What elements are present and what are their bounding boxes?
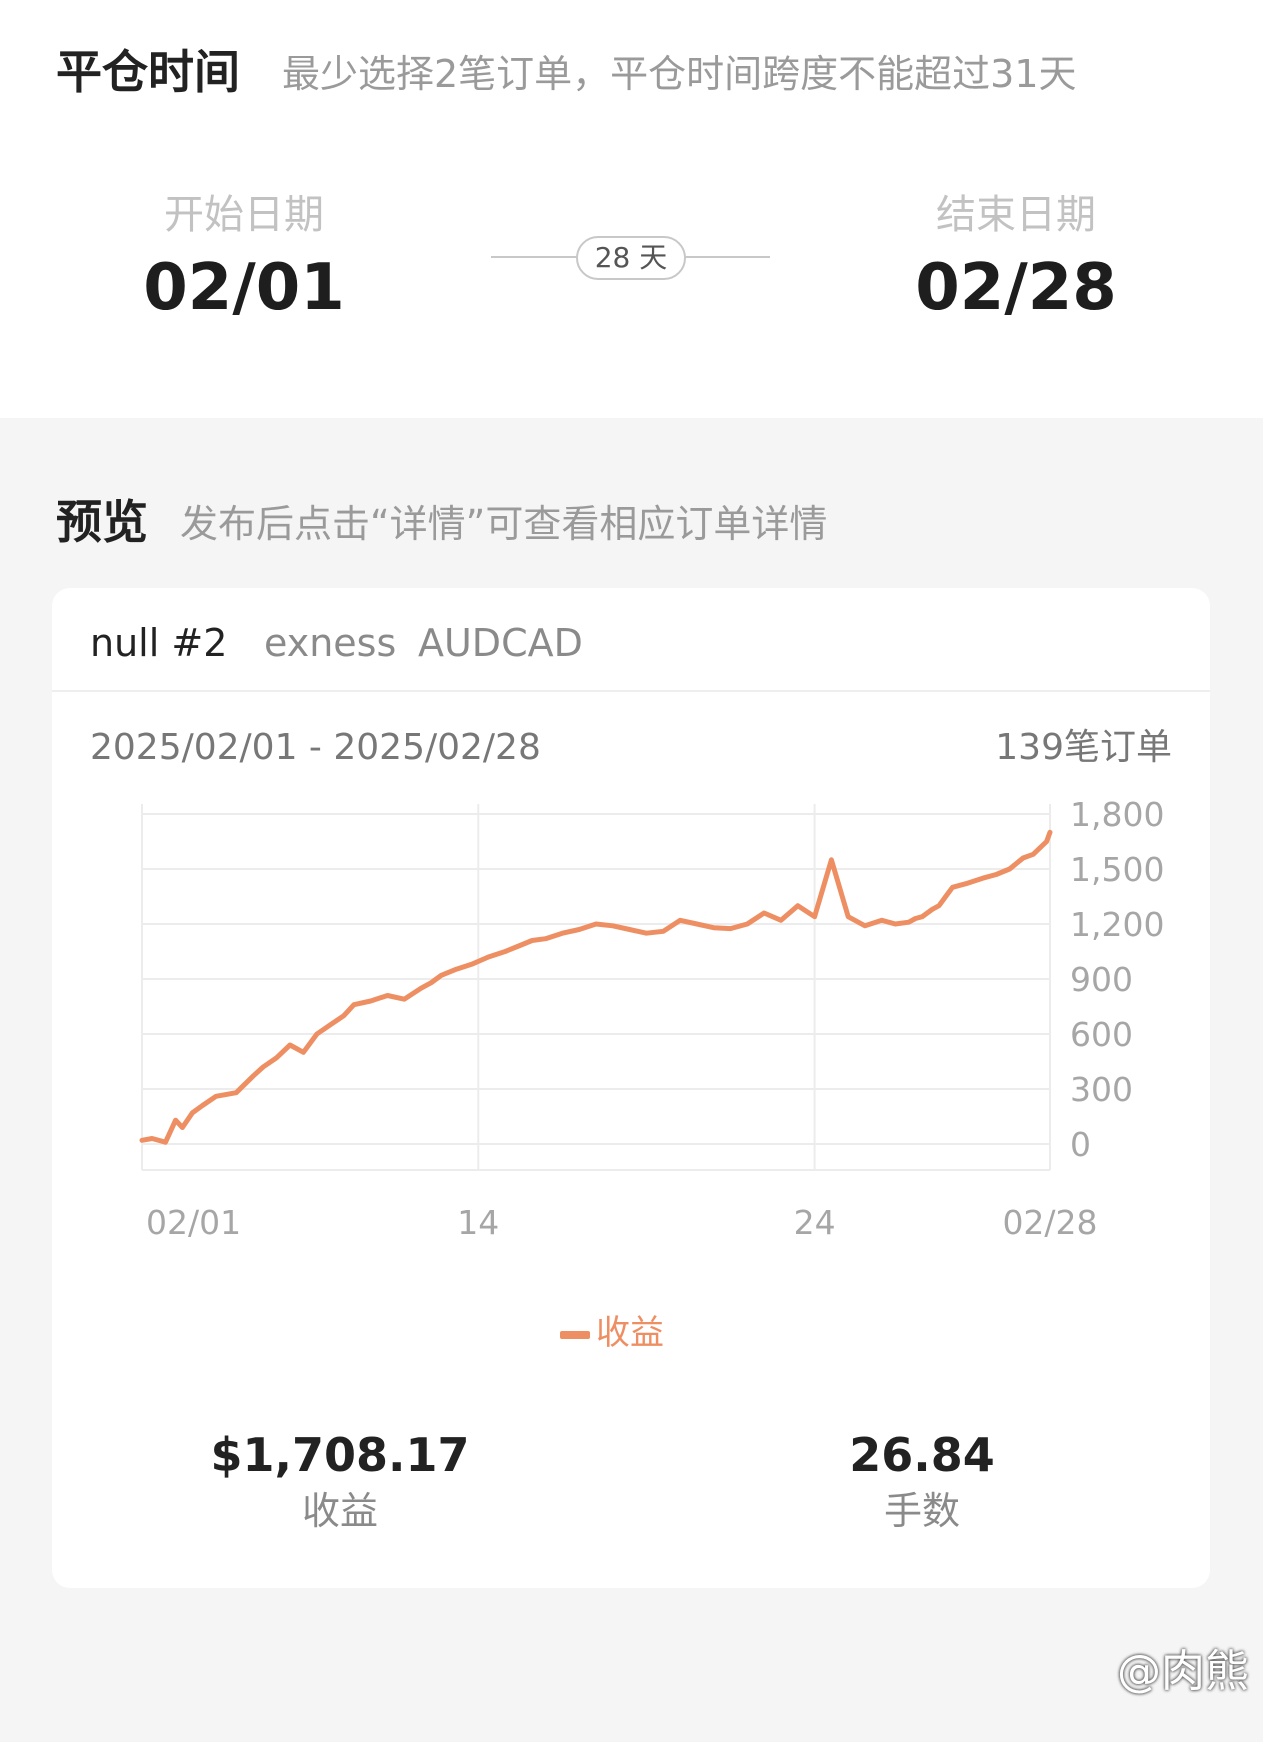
y-tick-label: 600	[1070, 1015, 1133, 1054]
legend-label: 收益	[596, 1313, 664, 1353]
close-time-title: 平仓时间	[56, 45, 240, 99]
end-date-label: 结束日期	[936, 192, 1096, 238]
watermark: @肉熊	[1117, 1646, 1249, 1697]
lots-label: 手数	[883, 1489, 960, 1533]
profit-value: $1,708.17	[210, 1428, 470, 1482]
y-tick-label: 1,200	[1070, 905, 1164, 944]
profit-label: 收益	[301, 1489, 378, 1533]
end-date-value[interactable]: 02/28	[836, 250, 1196, 326]
legend-swatch	[560, 1330, 590, 1339]
preview-card[interactable]: null #2 exness AUDCAD 2025/02/01 - 2025/…	[52, 588, 1210, 1588]
duration-badge: 28 天	[576, 236, 686, 280]
chart-legend: 收益	[560, 1310, 664, 1356]
lots-value: 26.84	[849, 1428, 995, 1482]
x-tick-label: 14	[457, 1203, 499, 1242]
start-date-value[interactable]: 02/01	[64, 250, 424, 326]
series-line-profit	[139, 829, 1053, 1145]
preview-hint: 发布后点击“详情”可查看相应订单详情	[180, 502, 828, 546]
x-tick-label: 02/01	[146, 1203, 241, 1242]
x-tick-label: 24	[794, 1203, 836, 1242]
y-tick-label: 0	[1070, 1125, 1091, 1164]
y-tick-label: 900	[1070, 960, 1133, 999]
close-time-hint: 最少选择2笔订单，平仓时间跨度不能超过31天	[282, 52, 1077, 96]
profit-chart: 1,800 1,500 1,200 900 600 300 0 02/01 14 24 02/28	[139, 795, 1164, 1242]
y-tick-label: 1,800	[1070, 795, 1164, 834]
y-tick-label: 300	[1070, 1070, 1133, 1109]
y-tick-label: 1,500	[1070, 850, 1164, 889]
start-date-label: 开始日期	[164, 192, 324, 238]
x-tick-label: 02/28	[1002, 1203, 1097, 1242]
close-time-section: 平仓时间 最少选择2笔订单，平仓时间跨度不能超过31天 开始日期 02/01 2…	[0, 0, 1263, 418]
preview-title: 预览	[56, 495, 148, 549]
